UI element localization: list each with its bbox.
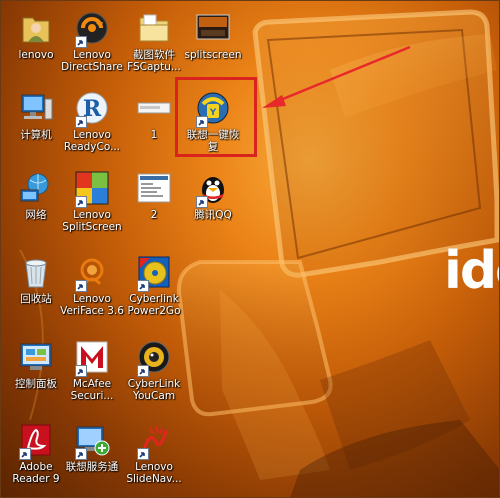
- icon-label: 网络: [25, 209, 47, 221]
- shortcut-arrow-icon: [75, 196, 87, 208]
- icon-label: 控制面板: [15, 378, 57, 390]
- control-panel-icon: [18, 339, 54, 375]
- icon-label: Lenovo DirectShare: [61, 49, 123, 73]
- splitscreen-thumbnail-icon: [195, 10, 231, 46]
- shortcut-arrow-icon: [75, 36, 87, 48]
- shortcut-arrow-icon: [75, 116, 87, 128]
- desktop-wallpaper: ide lenovo Lenovo DirectShare截图软件 FSCaptu…: [0, 0, 500, 498]
- computer-icon: [18, 90, 54, 126]
- icon-label: Lenovo ReadyCo...: [63, 129, 121, 153]
- highlight-box: [175, 77, 257, 157]
- desktop-shortcut-lenovo-service[interactable]: 联想服务通: [60, 418, 124, 492]
- icon-label: 2: [150, 209, 158, 221]
- desktop-shortcut-recycle-bin[interactable]: 回收站: [4, 250, 68, 324]
- icon-label: CyberLink YouCam: [127, 378, 181, 402]
- adobe-reader-icon: [18, 422, 54, 460]
- document-thumbnail-icon: [136, 90, 172, 126]
- icon-label: Cyberlink Power2Go: [127, 293, 181, 317]
- shortcut-arrow-icon: [19, 448, 31, 460]
- qq-penguin-icon: [195, 170, 231, 208]
- desktop-shortcut-file-2[interactable]: 2: [122, 166, 186, 240]
- veriface-icon: [74, 254, 110, 292]
- desktop-shortcut-lenovo-directshare[interactable]: Lenovo DirectShare: [60, 6, 124, 80]
- icon-label: 截图软件 FSCaptu...: [127, 49, 181, 73]
- icon-label: 腾讯QQ: [194, 209, 232, 221]
- icon-label: Lenovo SplitScreen: [62, 209, 122, 233]
- shortcut-arrow-icon: [137, 365, 149, 377]
- directshare-icon: [74, 10, 110, 48]
- desktop-shortcut-mcafee[interactable]: McAfee Securi...: [60, 335, 124, 409]
- folder-icon: [136, 10, 172, 46]
- desktop-shortcut-lenovo-splitscreen[interactable]: Lenovo SplitScreen: [60, 166, 124, 240]
- desktop-shortcut-lenovo[interactable]: lenovo: [4, 6, 68, 80]
- icon-label: lenovo: [18, 49, 54, 61]
- service-monitor-icon: [74, 422, 110, 460]
- icon-label: McAfee Securi...: [70, 378, 114, 402]
- split-windows-icon: [74, 170, 110, 208]
- desktop-shortcut-adobe-reader[interactable]: Adobe Reader 9: [4, 418, 68, 492]
- icon-label: 回收站: [20, 293, 52, 305]
- shortcut-arrow-icon: [137, 448, 149, 460]
- readycomm-icon: R: [74, 90, 110, 128]
- user-folder-icon: [18, 10, 54, 46]
- shortcut-arrow-icon: [196, 196, 208, 208]
- icon-label: Adobe Reader 9: [12, 461, 60, 485]
- desktop-shortcut-lenovo-readycomms[interactable]: R Lenovo ReadyCo...: [60, 86, 124, 160]
- desktop-shortcut-fscapture[interactable]: 截图软件 FSCaptu...: [122, 6, 186, 80]
- shortcut-arrow-icon: [75, 280, 87, 292]
- mcafee-icon: [74, 339, 110, 377]
- youcam-icon: [136, 339, 172, 377]
- brand-logo-text: ide: [444, 241, 500, 301]
- recycle-bin-icon: [18, 254, 54, 290]
- shortcut-arrow-icon: [137, 280, 149, 292]
- desktop-shortcut-lenovo-veriface[interactable]: Lenovo VeriFace 3.6: [60, 250, 124, 324]
- icon-label: splitscreen: [184, 49, 242, 61]
- shortcut-arrow-icon: [75, 365, 87, 377]
- icon-label: 计算机: [20, 129, 52, 141]
- desktop-shortcut-cyberlink-power2go[interactable]: Cyberlink Power2Go: [122, 250, 186, 324]
- icon-label: Lenovo VeriFace 3.6: [60, 293, 124, 317]
- desktop-shortcut-splitscreen-folder[interactable]: splitscreen: [181, 6, 245, 80]
- icon-label: 联想服务通: [65, 461, 119, 473]
- shortcut-arrow-icon: [75, 448, 87, 460]
- network-globe-icon: [18, 170, 54, 206]
- icon-label: Lenovo SlideNav...: [126, 461, 182, 485]
- desktop-shortcut-control-panel[interactable]: 控制面板: [4, 335, 68, 409]
- desktop-shortcut-lenovo-slidenav[interactable]: Lenovo SlideNav...: [122, 418, 186, 492]
- screenshot-thumbnail-icon: [136, 170, 172, 206]
- desktop-shortcut-cyberlink-youcam[interactable]: CyberLink YouCam: [122, 335, 186, 409]
- slidenav-icon: [136, 422, 172, 460]
- desktop-shortcut-network[interactable]: 网络: [4, 166, 68, 240]
- desktop-shortcut-computer[interactable]: 计算机: [4, 86, 68, 160]
- desktop-shortcut-tencent-qq[interactable]: 腾讯QQ: [181, 166, 245, 240]
- power2go-icon: [136, 254, 172, 292]
